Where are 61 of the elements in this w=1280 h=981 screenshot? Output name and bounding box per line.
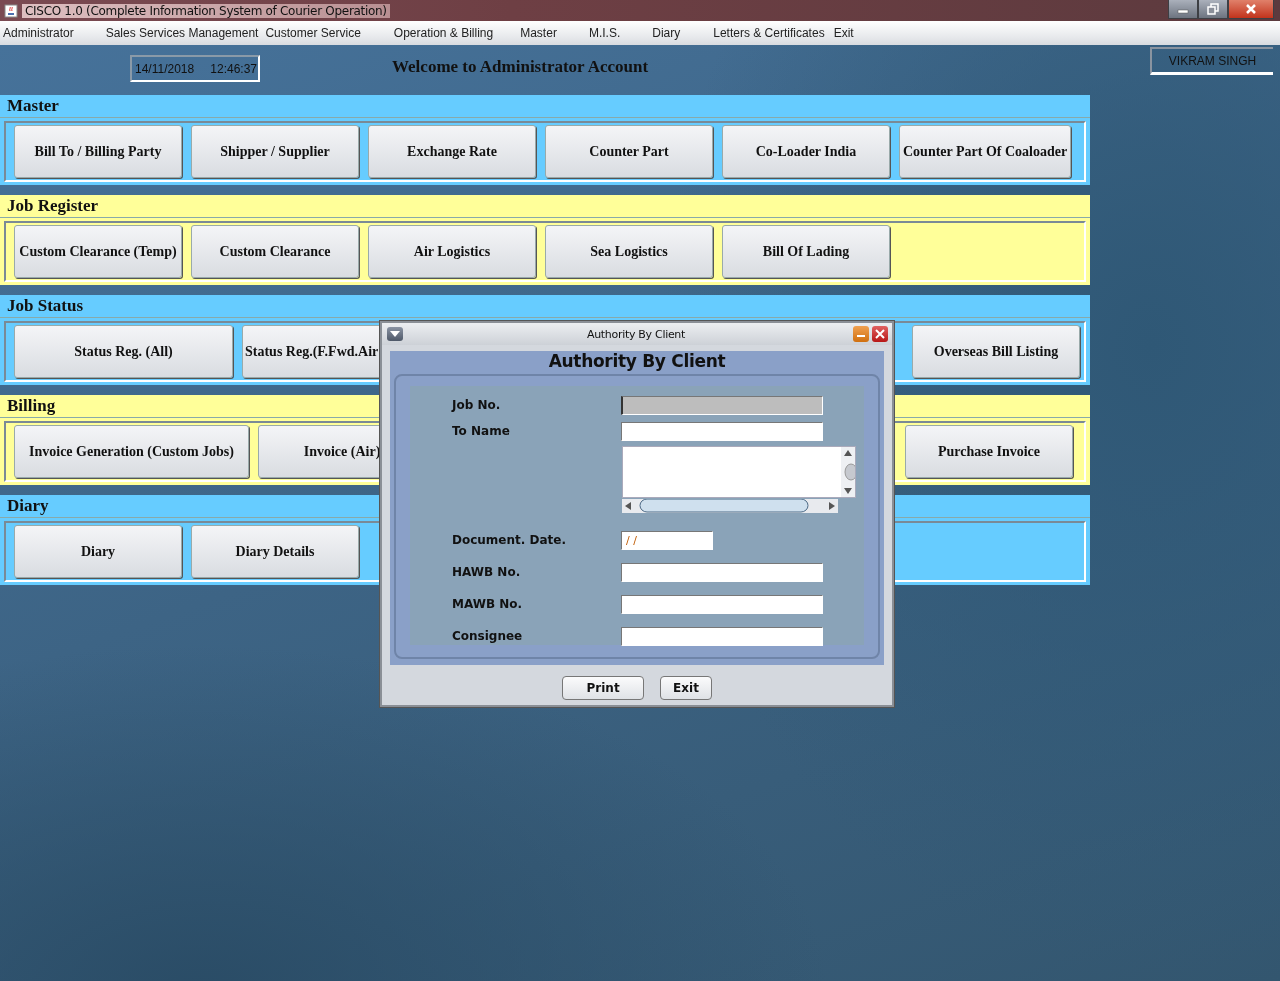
- field-label: Job No.: [452, 398, 502, 412]
- dialog-heading: Authority By Client: [547, 351, 727, 371]
- input-field[interactable]: [621, 626, 823, 646]
- date-field[interactable]: / /: [621, 530, 713, 550]
- menu-item[interactable]: Customer Service: [265, 26, 361, 40]
- close-button[interactable]: [872, 326, 888, 342]
- menu-button[interactable]: Diary: [14, 525, 182, 578]
- restore-icon: [1207, 3, 1219, 15]
- menu-button[interactable]: Purchase Invoice: [905, 425, 1073, 478]
- dialog-title: Authority By Client: [585, 327, 687, 341]
- menu-item[interactable]: Master: [520, 26, 557, 40]
- input-field[interactable]: [621, 421, 823, 441]
- section-title: Master: [0, 95, 1090, 118]
- date-text: 14/11/2018: [135, 61, 195, 76]
- field-label: To Name: [452, 424, 511, 438]
- restore-button[interactable]: [1198, 0, 1228, 19]
- close-icon: [1244, 3, 1258, 15]
- menu-button[interactable]: Invoice Generation (Custom Jobs): [14, 425, 249, 478]
- menu-button[interactable]: Diary Details: [191, 525, 359, 578]
- field-label: MAWB No.: [452, 597, 524, 611]
- menu-item[interactable]: M.I.S.: [588, 26, 621, 40]
- welcome-heading: Welcome to Administrator Account: [392, 57, 649, 77]
- minimize-button[interactable]: [853, 326, 869, 342]
- menu-button[interactable]: Exchange Rate: [368, 125, 536, 178]
- menu-button[interactable]: Overseas Bill Listing: [912, 325, 1080, 378]
- menu-button[interactable]: Counter Part Of Coaloader: [899, 125, 1072, 178]
- menu-button[interactable]: Custom Clearance: [191, 225, 359, 278]
- menu-button[interactable]: Custom Clearance (Temp): [14, 225, 182, 278]
- close-icon: [875, 329, 885, 339]
- field-label: HAWB No.: [452, 565, 522, 579]
- menu-button[interactable]: Sea Logistics: [545, 225, 713, 278]
- menu-button[interactable]: Status Reg. (All): [14, 325, 233, 378]
- menu-item[interactable]: Letters & Certificates: [713, 26, 825, 40]
- section-title: Job Register: [0, 195, 1090, 218]
- menu-button[interactable]: Bill Of Lading: [722, 225, 890, 278]
- menu-item[interactable]: Administrator: [3, 26, 74, 40]
- menu-item[interactable]: Exit: [833, 26, 854, 40]
- menu-item[interactable]: Operation & Billing: [393, 26, 494, 40]
- input-field[interactable]: [621, 594, 823, 614]
- horizontal-scrollbar[interactable]: [622, 498, 838, 512]
- user-name: VIKRAM SINGH: [1150, 47, 1273, 75]
- dropdown-button[interactable]: [387, 327, 403, 341]
- menu-button[interactable]: Air Logistics: [368, 225, 536, 278]
- section-title: Job Status: [0, 295, 1090, 318]
- caret-icon: [390, 331, 400, 337]
- minimize-button[interactable]: [1168, 0, 1198, 19]
- menu-item[interactable]: Sales Services Management: [105, 26, 259, 40]
- menu-button[interactable]: Bill To / Billing Party: [14, 125, 182, 178]
- field-label: Consignee: [452, 629, 524, 643]
- time-text: 12:46:37: [210, 61, 257, 76]
- dialog-button[interactable]: Print: [562, 676, 645, 700]
- menu-button[interactable]: Shipper / Supplier: [191, 125, 359, 178]
- vertical-scrollbar[interactable]: [841, 447, 855, 497]
- menu-button[interactable]: Co-Loader India: [722, 125, 890, 178]
- window-title: CISCO 1.0 (Complete Information System of Courier Operation): [22, 3, 390, 18]
- menu-item[interactable]: Diary: [652, 26, 681, 40]
- dialog-button[interactable]: Exit: [660, 676, 712, 700]
- menu-button[interactable]: Counter Part: [545, 125, 713, 178]
- input-field[interactable]: [621, 562, 823, 582]
- field-label: Document. Date.: [452, 533, 567, 547]
- close-button[interactable]: [1228, 0, 1274, 19]
